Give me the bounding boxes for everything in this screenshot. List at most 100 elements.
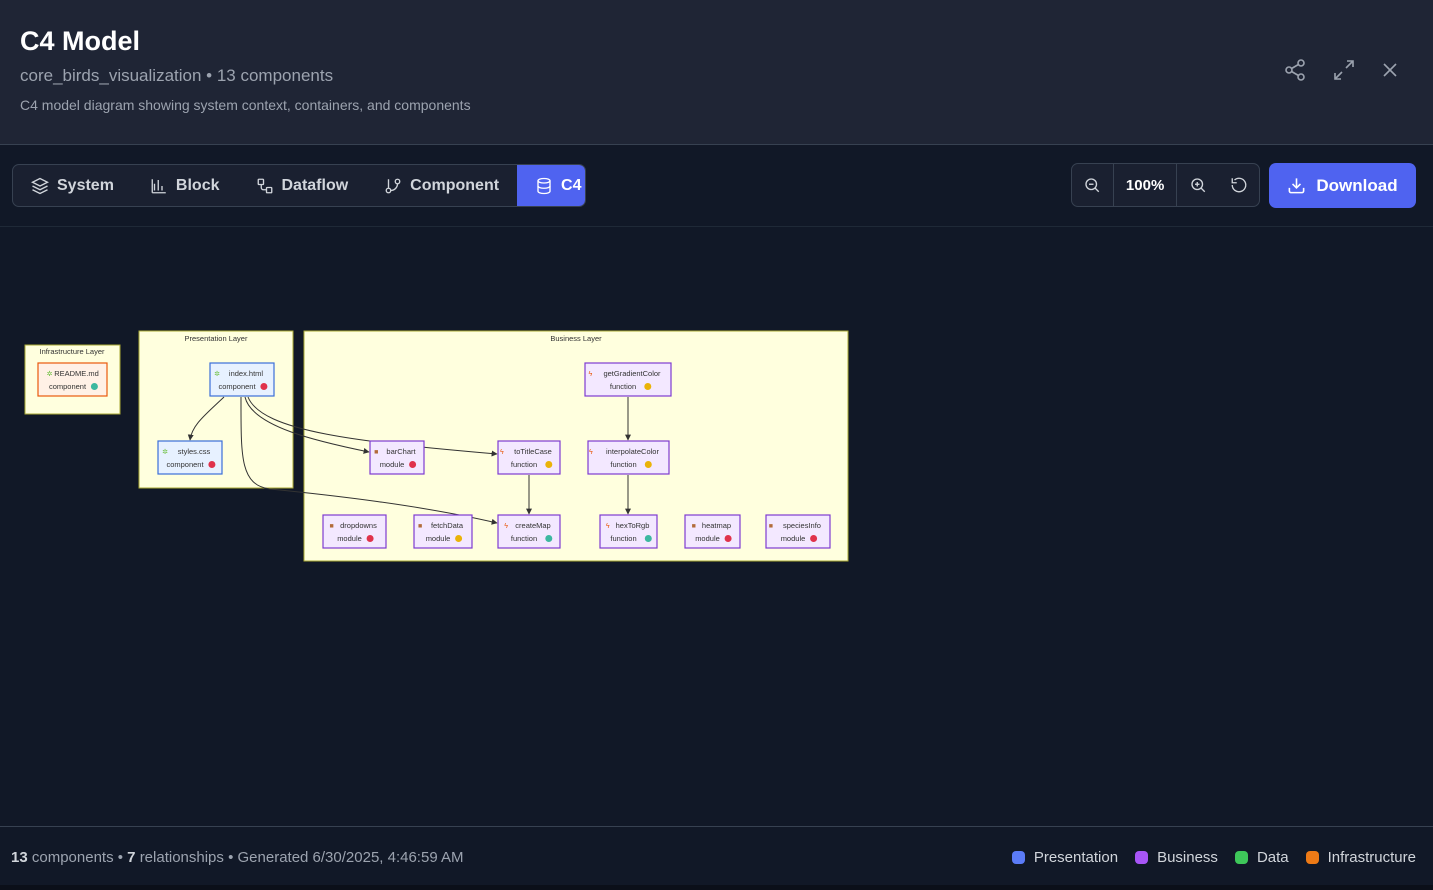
view-tabs: System Block Dataflow Component C4 (12, 164, 586, 207)
share-icon[interactable] (1283, 58, 1307, 82)
git-branch-icon (385, 178, 401, 193)
legend-swatch (1305, 851, 1319, 864)
close-icon[interactable] (1378, 58, 1402, 82)
generated-timestamp: Generated 6/30/2025, 4:46:59 AM (237, 849, 464, 866)
layer-label: Presentation Layer (185, 334, 248, 343)
node-type-icon: ✲ (47, 370, 53, 378)
node-type-icon: ϟ (606, 523, 610, 530)
database-icon (537, 177, 551, 194)
legend-item-business: Business (1135, 849, 1218, 866)
node-type: function (610, 382, 636, 391)
status-dot (644, 383, 652, 390)
legend-label: Data (1256, 849, 1289, 866)
status-dot (545, 535, 553, 542)
legend-item-infrastructure: Infrastructure (1305, 849, 1416, 866)
node-type-icon: ϟ (589, 449, 593, 456)
node-name: hexToRgb (616, 521, 650, 530)
legend-label: Presentation (1033, 849, 1119, 866)
download-icon (1288, 178, 1305, 194)
status-dot (724, 535, 732, 542)
download-label: Download (1316, 175, 1398, 195)
node-type: function (511, 534, 537, 543)
status-dot (208, 461, 216, 468)
relationships-count: 7 (127, 849, 136, 866)
node-fetchData[interactable]: ■ fetchData module (413, 514, 473, 549)
tab-label: Component (410, 176, 500, 194)
node-name: styles.css (178, 447, 211, 456)
reset-zoom-button[interactable] (1218, 164, 1259, 206)
status-dot (455, 535, 463, 542)
status-dot (545, 461, 553, 468)
zoom-in-icon (1191, 178, 1206, 193)
node-type-icon: ✲ (214, 370, 220, 378)
node-box (497, 514, 561, 549)
node-box (497, 440, 561, 475)
node-index[interactable]: ✲ index.html component (209, 362, 275, 397)
node-type: component (218, 382, 256, 391)
node-type-icon: ■ (374, 449, 378, 456)
layer-label: Infrastructure Layer (39, 347, 105, 356)
legend-swatch (1011, 851, 1025, 864)
node-name: interpolateColor (606, 447, 659, 456)
node-type-icon: ■ (329, 523, 333, 530)
node-speciesInfo[interactable]: ■ speciesInfo module (765, 514, 831, 549)
node-type: module (426, 534, 451, 543)
legend-item-presentation: Presentation (1011, 849, 1119, 866)
bottom-bar (0, 885, 1433, 890)
node-barChart[interactable]: ■ barChart module (369, 440, 425, 475)
status-dot (644, 461, 652, 468)
node-box (37, 362, 108, 397)
zoom-out-icon (1085, 178, 1100, 193)
node-type-icon: ✲ (162, 448, 168, 456)
node-toTitleCase[interactable]: ϟ toTitleCase function (497, 440, 561, 475)
node-dropdowns[interactable]: ■ dropdowns module (322, 514, 387, 549)
node-box (584, 362, 672, 397)
node-box (684, 514, 741, 549)
node-styles[interactable]: ✲ styles.css component (157, 440, 223, 475)
status-dot (260, 383, 268, 390)
node-heatmap[interactable]: ■ heatmap module (684, 514, 741, 549)
tab-dataflow[interactable]: Dataflow (238, 165, 367, 206)
legend-item-data: Data (1234, 849, 1289, 866)
node-box (322, 514, 387, 549)
status-dot (366, 535, 374, 542)
node-name: createMap (515, 521, 550, 530)
diagram-canvas[interactable]: Infrastructure Layer Presentation Layer … (0, 227, 1433, 826)
tab-component[interactable]: Component (366, 165, 517, 206)
download-button[interactable]: Download (1269, 163, 1416, 208)
legend-label: Business (1157, 849, 1218, 866)
node-name: speciesInfo (783, 521, 821, 530)
node-interpolateColor[interactable]: ϟ interpolateColor function (587, 440, 670, 475)
node-readme[interactable]: ✲ README.md component (37, 362, 108, 397)
zoom-in-button[interactable] (1177, 164, 1218, 206)
zoom-out-button[interactable] (1072, 164, 1113, 206)
node-box (765, 514, 831, 549)
status-dot (90, 383, 98, 390)
tab-c4[interactable]: C4 (517, 165, 585, 206)
tab-block[interactable]: Block (132, 165, 238, 206)
node-getGradientColor[interactable]: ϟ getGradientColor function (584, 362, 672, 397)
components-count: 13 (11, 849, 28, 866)
legend-swatch (1135, 851, 1149, 864)
tab-label: System (57, 176, 114, 194)
node-type: module (695, 534, 720, 543)
node-hexToRgb[interactable]: ϟ hexToRgb function (599, 514, 658, 549)
node-box (209, 362, 275, 397)
header: C4 Model core_birds_visualization • 13 c… (0, 0, 1433, 145)
page-description: C4 model diagram showing system context,… (20, 97, 471, 113)
c4-diagram[interactable]: Infrastructure Layer Presentation Layer … (0, 227, 1433, 826)
zoom-level: 100% (1112, 164, 1178, 206)
node-type: module (380, 460, 405, 469)
status-dot (644, 535, 652, 542)
node-type: function (511, 460, 537, 469)
node-type-icon: ■ (418, 523, 422, 530)
node-box (157, 440, 223, 475)
maximize-icon[interactable] (1332, 58, 1356, 82)
toolbar: System Block Dataflow Component C4 100% (0, 145, 1433, 227)
node-createMap[interactable]: ϟ createMap function (497, 514, 561, 549)
diagram-stats: 13 components • 7 relationships • Genera… (11, 849, 464, 866)
tab-system[interactable]: System (13, 165, 132, 206)
node-type: module (337, 534, 362, 543)
legend-label: Infrastructure (1327, 849, 1416, 866)
separator: • (117, 849, 128, 866)
